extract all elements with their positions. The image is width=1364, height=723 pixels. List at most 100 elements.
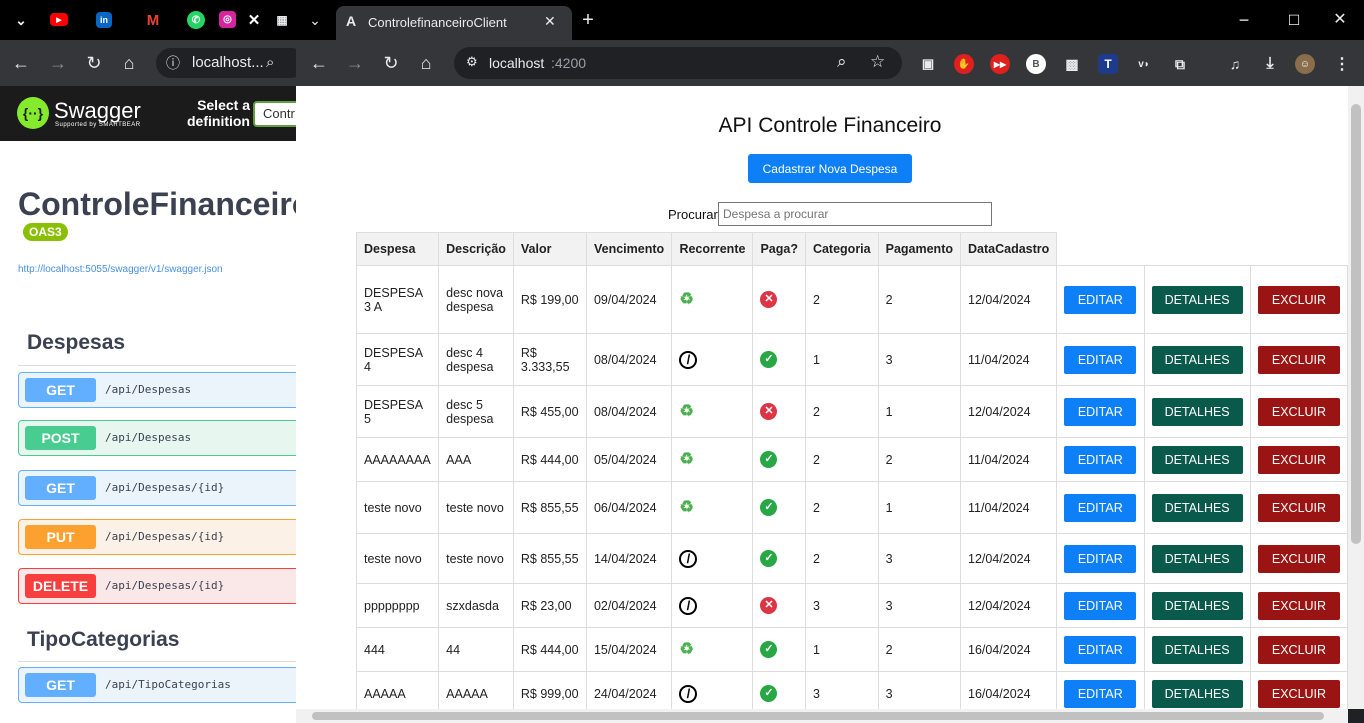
delete-button[interactable]: EXCLUIR [1257,635,1340,664]
table-row: pppppppp szxdasda R$ 23,00 02/04/2024/✕ 3 3 12… [355,583,1348,628]
operation-path: /api/TipoCategorias [105,678,231,691]
extensions-puzzle-icon[interactable]: ⧉ [1170,54,1190,74]
swagger-logo-icon[interactable]: {··} [17,97,49,129]
section-despesas[interactable]: Despesas [27,331,125,355]
delete-button[interactable]: EXCLUIR [1257,544,1340,573]
search-input[interactable] [718,202,992,226]
zoom-icon[interactable]: ⌕ [266,48,274,78]
forward-arrow-icon[interactable]: → [47,52,69,74]
youtube-icon[interactable]: ▶ [50,13,68,26]
details-button[interactable]: DETALHES [1151,493,1243,522]
edit-button[interactable]: EDITAR [1064,397,1137,426]
linkedin-icon[interactable]: in [96,12,112,28]
back-address-bar[interactable]: ⓘ localhost... ⌕ [156,48,300,78]
operation-get[interactable]: GET/api/Despesas/{id} [18,470,300,506]
horizontal-scrollbar[interactable] [296,709,1348,723]
edit-button[interactable]: EDITAR [1064,591,1137,620]
delete-button[interactable]: EXCLUIR [1257,591,1340,620]
media-control-icon[interactable]: ♫ [1225,54,1245,74]
tab-search-icon[interactable]: ⌄ [10,9,32,31]
close-tab-icon[interactable]: ✕ [243,9,265,31]
window-close-icon[interactable]: ✕ [1329,9,1351,31]
details-button[interactable]: DETALHES [1151,397,1243,426]
cell-recorrente: / [671,533,754,584]
profile-avatar[interactable]: ☺ [1295,54,1315,74]
back-arrow-icon[interactable]: ← [308,52,330,74]
details-button[interactable]: DETALHES [1151,345,1243,374]
details-button[interactable]: DETALHES [1151,445,1243,474]
qr-code-icon[interactable]: ▩ [1062,54,1082,74]
delete-button[interactable]: EXCLUIR [1257,445,1340,474]
cell-descricao: teste novo [438,481,514,534]
vertical-scroll-thumb[interactable] [1351,104,1361,544]
menu-kebab-icon[interactable]: ⋮ [1332,54,1352,74]
cell-paga: ✕ [752,583,806,628]
minimize-icon[interactable]: − [1233,9,1255,31]
delete-button[interactable]: EXCLUIR [1257,345,1340,374]
reload-icon[interactable]: ↻ [380,52,402,74]
section-tipocategorias[interactable]: TipoCategorias [27,628,179,652]
edit-button[interactable]: EDITAR [1064,635,1137,664]
operation-put[interactable]: PUT/api/Despesas/{id} [18,519,300,555]
bookmark-star-icon[interactable]: ☆ [870,52,885,72]
cell-despesa: pppppppp [355,583,440,628]
cell-vencimento: 09/04/2024 [585,265,673,334]
delete-button[interactable]: EXCLUIR [1257,285,1340,314]
whatsapp-icon[interactable]: ✆ [187,11,205,29]
delete-button[interactable]: EXCLUIR [1257,493,1340,522]
forward-arrow-icon[interactable]: → [344,52,366,74]
new-tab-icon[interactable]: + [577,9,599,31]
delete-button[interactable]: EXCLUIR [1257,397,1340,426]
extension-vd-icon[interactable]: v◗ [1134,54,1154,74]
edit-button[interactable]: EDITAR [1064,285,1137,314]
details-button[interactable]: DETALHES [1151,679,1243,708]
extension-red-icon[interactable]: ✋ [954,54,974,74]
gmail-icon[interactable]: M [142,9,164,31]
address-bar[interactable]: ⚙ localhost :4200 ⌕ ☆ [454,47,902,79]
details-button[interactable]: DETALHES [1151,285,1243,314]
cell-valor: R$ 444,00 [512,627,587,672]
site-settings-icon[interactable]: ⚙ [466,54,478,70]
sidepanel-icon[interactable]: ▣ [918,54,938,74]
horizontal-scroll-thumb[interactable] [312,712,1324,720]
active-tab[interactable]: A ControlefinanceiroClient ✕ [336,6,572,40]
home-icon[interactable]: ⌂ [415,52,437,74]
extension-b-icon[interactable]: B [1026,54,1046,74]
new-expense-button[interactable]: Cadastrar Nova Despesa [748,154,912,183]
spec-link[interactable]: http://localhost:5055/swagger/v1/swagger… [18,264,223,275]
edit-button[interactable]: EDITAR [1064,493,1137,522]
operation-delete[interactable]: DELETE/api/Despesas/{id} [18,568,300,604]
extension-play-icon[interactable]: ▶▶ [990,54,1010,74]
reload-icon[interactable]: ↻ [83,52,105,74]
section-divider [18,661,300,662]
swagger-tab-icon[interactable]: ▦ [271,9,293,31]
not-recurring-icon: / [679,350,698,369]
operation-get[interactable]: GET/api/TipoCategorias [18,667,300,703]
details-button[interactable]: DETALHES [1151,591,1243,620]
delete-button[interactable]: EXCLUIR [1257,679,1340,708]
cell-pagamento: 3 [877,533,962,584]
operation-get[interactable]: GET/api/Despesas [18,372,300,408]
edit-button[interactable]: EDITAR [1064,544,1137,573]
close-tab-icon[interactable]: ✕ [544,13,556,30]
back-arrow-icon[interactable]: ← [10,52,32,74]
edit-button[interactable]: EDITAR [1064,445,1137,474]
operation-post[interactable]: POST/api/Despesas [18,420,300,456]
extension-t-icon[interactable]: T [1098,54,1118,74]
maximize-icon[interactable]: ☐ [1283,9,1305,31]
definition-select[interactable]: Contr [253,101,300,127]
details-button[interactable]: DETALHES [1151,544,1243,573]
vertical-scrollbar[interactable] [1348,86,1364,709]
column-header: Descrição [438,232,514,266]
download-icon[interactable]: ⤓ [1260,54,1280,74]
edit-button[interactable]: EDITAR [1064,679,1137,708]
details-button[interactable]: DETALHES [1151,635,1243,664]
instagram-icon[interactable]: ◎ [219,11,236,28]
cell-action: DETALHES [1143,437,1251,482]
tab-search-icon[interactable]: ⌄ [304,9,326,31]
cell-action: DETALHES [1143,627,1251,672]
cell-categoria: 1 [804,333,879,386]
home-icon[interactable]: ⌂ [118,52,140,74]
zoom-icon[interactable]: ⌕ [837,52,847,72]
edit-button[interactable]: EDITAR [1064,345,1137,374]
